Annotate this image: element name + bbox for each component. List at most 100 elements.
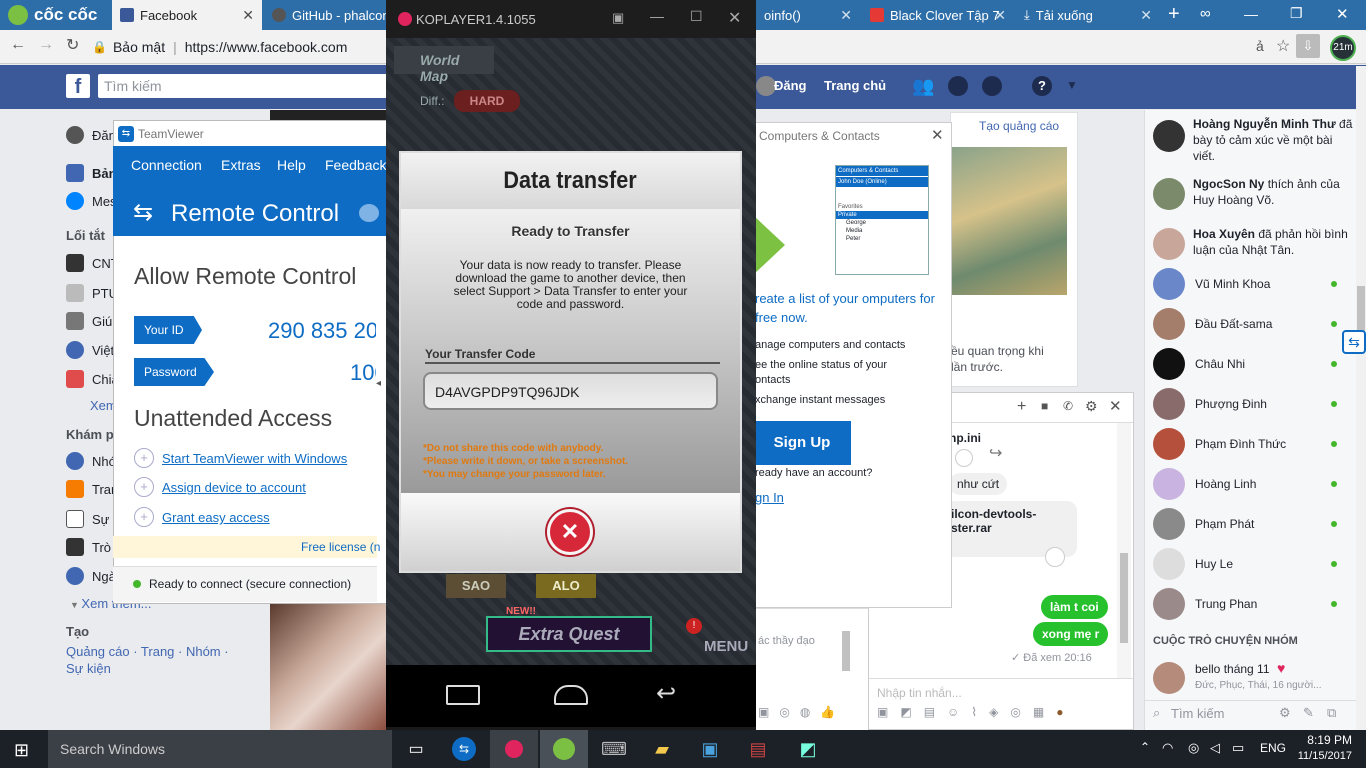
share-icon[interactable]: ↪ — [989, 443, 1002, 463]
ticker-item[interactable]: Hoa Xuyên đã phản hồi bình luận của Nhật… — [1153, 226, 1353, 266]
sign-up-button[interactable]: Sign Up — [753, 421, 851, 465]
notifications-globe-icon[interactable] — [982, 76, 1002, 96]
messenger-icon[interactable] — [948, 76, 968, 96]
teamviewer-side-icon[interactable]: ⇆ — [1342, 330, 1366, 354]
forward-icon[interactable]: → — [38, 36, 54, 54]
game-icon[interactable]: ◈ — [989, 705, 1010, 719]
ad-image[interactable] — [951, 147, 1067, 295]
chevron-down-icon[interactable]: ▼ — [1066, 78, 1078, 92]
chat-scrollbar[interactable] — [1117, 423, 1131, 678]
language-indicator[interactable]: ENG — [1260, 741, 1286, 755]
feed-photo[interactable] — [270, 604, 386, 730]
left-nav-shortcut[interactable]: Việt — [66, 341, 114, 359]
alo-button[interactable]: ALO — [536, 574, 596, 598]
poop-icon[interactable]: ● — [1056, 705, 1075, 719]
koplayer-taskbar-icon[interactable] — [490, 730, 538, 768]
start-with-windows-link[interactable]: Start TeamViewer with Windows — [162, 451, 347, 466]
contact-item[interactable]: Phượng Đinh — [1153, 388, 1337, 420]
phone-icon[interactable]: ✆ — [1063, 399, 1073, 413]
tab-downloads[interactable]: ⤓ Tải xuống ✕ — [1016, 0, 1160, 30]
wifi-icon[interactable]: ◎ — [1188, 740, 1199, 756]
facebook-logo-icon[interactable]: f — [66, 74, 90, 98]
close-icon[interactable]: ✕ — [931, 126, 944, 144]
tab-black-clover[interactable]: Black Clover Tập 7 ✕ — [862, 0, 1014, 30]
license-text[interactable]: Free license (n — [301, 540, 380, 554]
group-chat-item[interactable]: bello tháng 11 ♥ Đức, Phục, Thái, 16 ngư… — [1153, 660, 1353, 696]
file-explorer-icon[interactable]: ▰ — [638, 730, 686, 768]
left-nav-explore[interactable]: Ngà — [66, 567, 116, 585]
volume-icon[interactable]: ◁ — [1210, 740, 1220, 756]
left-nav-shortcut[interactable]: Chia — [66, 370, 119, 388]
left-nav-explore[interactable]: Sự — [66, 510, 109, 528]
menu-extras[interactable]: Extras — [221, 157, 261, 173]
home-icon[interactable] — [554, 685, 588, 705]
battery-icon[interactable]: ▭ — [1232, 740, 1244, 756]
contact-item[interactable]: Phạm Phát — [1153, 508, 1337, 540]
like-icon[interactable]: 👍 — [820, 705, 845, 719]
left-nav-messenger[interactable]: Mes — [66, 192, 117, 210]
windows-search-box[interactable]: Search Windows — [48, 730, 392, 768]
tray-chevron-icon[interactable]: ⌃ — [1140, 740, 1150, 754]
emoji-react-icon[interactable] — [955, 449, 973, 467]
coccoc-taskbar-icon[interactable] — [540, 730, 588, 768]
minimize-icon[interactable]: — — [1244, 6, 1258, 22]
photo-icon[interactable]: ◎ — [779, 705, 799, 719]
winrar-icon[interactable]: ▤ — [734, 730, 782, 768]
network-icon[interactable]: ◠ — [1162, 740, 1173, 756]
poll-icon[interactable]: ◍ — [800, 705, 820, 719]
reload-icon[interactable]: ↻ — [66, 35, 79, 55]
windows-start-icon[interactable]: ⊞ — [14, 740, 29, 761]
close-window-icon[interactable]: ✕ — [1336, 5, 1349, 23]
contact-item[interactable]: Hoàng Linh — [1153, 468, 1337, 500]
transfer-code-field[interactable]: D4AVGPDP9TQ96JDK — [423, 372, 718, 410]
teamviewer-taskbar-icon[interactable]: ⇆ — [440, 730, 488, 768]
close-window-icon[interactable]: ✕ — [728, 8, 741, 28]
recent-apps-icon[interactable] — [446, 685, 480, 705]
attach-icon[interactable]: ⌇ — [971, 705, 989, 719]
gif-icon[interactable]: ▤ — [924, 705, 947, 719]
panel-toggle-icon[interactable]: ◂ — [376, 378, 381, 389]
contact-item[interactable]: Vũ Minh Khoa — [1153, 268, 1337, 300]
camera-icon[interactable]: ◎ — [1010, 705, 1032, 719]
koplayer-settings-icon[interactable]: ▣ — [612, 10, 624, 26]
menu-feedback[interactable]: Feedback — [325, 157, 386, 173]
minimize-icon[interactable]: — — [650, 8, 664, 24]
menu-help[interactable]: Help — [277, 157, 306, 173]
edit-icon[interactable]: ✎ — [1303, 705, 1314, 721]
calendar-icon[interactable]: ▦ — [1033, 705, 1056, 719]
contact-item[interactable]: Phạm Đình Thức — [1153, 428, 1337, 460]
close-icon[interactable]: ✕ — [1109, 397, 1122, 415]
chat-input[interactable]: Nhập tin nhắn... — [869, 678, 1133, 708]
ticker-item[interactable]: NgocSon Ny thích ảnh của Huy Hoàng Võ. — [1153, 176, 1353, 216]
scrollbar-thumb[interactable] — [1120, 553, 1128, 643]
emoji-react-icon[interactable] — [1045, 547, 1065, 567]
sign-in-link[interactable]: gn In — [755, 490, 784, 505]
password-value[interactable]: 100 — [350, 360, 376, 386]
left-nav-shortcut[interactable]: PTU — [66, 284, 118, 302]
keyboard-app-icon[interactable]: ⌨ — [590, 730, 638, 768]
help-icon[interactable]: ? — [1032, 76, 1052, 96]
create-ad-link[interactable]: Tạo quảng cáo — [979, 119, 1059, 133]
create-links[interactable]: Quảng cáo · Trang · Nhóm · Sự kiện — [66, 643, 236, 677]
emoji-icon[interactable]: ☺ — [947, 705, 971, 719]
left-nav-newsfeed[interactable]: Bản — [66, 164, 117, 182]
video-call-icon[interactable]: ■ — [1041, 399, 1048, 413]
contact-search[interactable]: ⌕ Tìm kiếm ⚙ ✎ ⧉ — [1145, 700, 1357, 726]
gear-icon[interactable]: ⚙ — [1085, 398, 1098, 415]
left-nav-profile[interactable]: Đăn — [66, 126, 116, 144]
close-tab-icon[interactable]: ✕ — [1140, 7, 1152, 24]
menu-connection[interactable]: Connection — [131, 157, 202, 173]
back-icon[interactable]: ← — [10, 36, 26, 54]
facebook-search-input[interactable]: Tìm kiếm — [98, 74, 388, 98]
ticker-item[interactable]: Hoàng Nguyễn Minh Thư đã bày tỏ cảm xúc … — [1153, 116, 1353, 168]
extra-quest-button[interactable]: Extra Quest — [486, 616, 652, 652]
friend-requests-icon[interactable]: 👥 — [912, 76, 934, 97]
restore-icon[interactable]: ❐ — [1290, 5, 1303, 22]
your-id-value[interactable]: 290 835 20 — [268, 318, 376, 344]
left-nav-explore[interactable]: Tran — [66, 480, 118, 498]
clock-date[interactable]: 11/15/2017 — [1290, 750, 1352, 762]
contact-item[interactable]: Đầu Đất-sama — [1153, 308, 1337, 340]
page-scrollbar[interactable] — [1356, 66, 1366, 730]
world-map-button[interactable]: World Map — [394, 46, 494, 84]
nav-profile-link[interactable]: Đăng — [774, 78, 807, 93]
